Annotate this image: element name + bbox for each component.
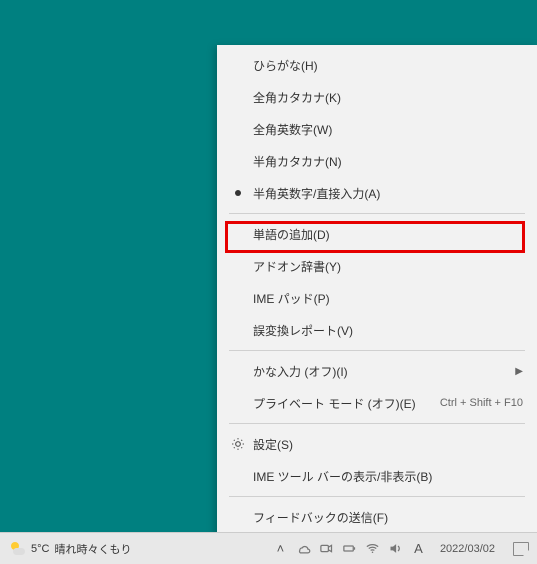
menu-label: IME ツール バーの表示/非表示(B) [249,468,523,485]
taskbar-date[interactable]: 2022/03/02 [434,543,501,555]
menu-label: 全角英数字(W) [249,121,523,138]
gear-icon [231,437,245,451]
meet-now-icon[interactable] [319,541,334,556]
menu-label: 設定(S) [249,436,523,453]
weather-icon [8,540,26,558]
chevron-up-icon[interactable]: ˄ [273,541,288,556]
menu-label: アドオン辞書(Y) [249,258,523,275]
menu-shortcut: Ctrl + Shift + F10 [440,397,523,409]
wifi-icon[interactable] [365,541,380,556]
menu-item-fullwidth-alnum[interactable]: 全角英数字(W) [217,113,537,145]
taskbar: 5°C 晴れ時々くもり ˄ A 2022/03/02 [0,532,537,564]
volume-icon[interactable] [388,541,403,556]
menu-item-private-mode[interactable]: プライベート モード (オフ)(E) Ctrl + Shift + F10 [217,387,537,419]
menu-label: フィードバックの送信(F) [249,509,523,526]
menu-item-halfwidth-alnum-direct[interactable]: 半角英数字/直接入力(A) [217,177,537,209]
menu-label: IME パッド(P) [249,290,523,307]
system-tray: ˄ A 2022/03/02 [269,541,537,556]
icon-slot [227,437,249,451]
menu-separator [229,496,525,497]
ime-indicator[interactable]: A [411,541,426,556]
menu-item-ime-pad[interactable]: IME パッド(P) [217,282,537,314]
menu-item-settings[interactable]: 設定(S) [217,428,537,460]
menu-item-add-word[interactable]: 単語の追加(D) [217,218,537,250]
menu-separator [229,423,525,424]
menu-item-hiragana[interactable]: ひらがな(H) [217,49,537,81]
menu-item-send-feedback[interactable]: フィードバックの送信(F) [217,501,537,533]
submenu-arrow-icon: ▶ [515,366,523,377]
menu-label: 半角英数字/直接入力(A) [249,185,523,202]
menu-label: ひらがな(H) [249,57,523,74]
menu-item-toggle-ime-toolbar[interactable]: IME ツール バーの表示/非表示(B) [217,460,537,492]
menu-label: 単語の追加(D) [249,226,523,243]
temperature: 5°C [31,543,49,555]
battery-icon[interactable] [342,541,357,556]
menu-item-kana-input[interactable]: かな入力 (オフ)(I) ▶ [217,355,537,387]
menu-label: かな入力 (オフ)(I) [249,363,509,380]
menu-separator [229,350,525,351]
radio-slot [227,190,249,196]
menu-label: 半角カタカナ(N) [249,153,523,170]
menu-item-misconversion-report[interactable]: 誤変換レポート(V) [217,314,537,346]
menu-label: プライベート モード (オフ)(E) [249,395,432,412]
menu-item-addon-dictionary[interactable]: アドオン辞書(Y) [217,250,537,282]
ime-context-menu: ひらがな(H) 全角カタカナ(K) 全角英数字(W) 半角カタカナ(N) 半角英… [217,45,537,537]
action-center-icon[interactable] [513,542,529,556]
weather-widget[interactable]: 5°C 晴れ時々くもり [0,540,139,558]
menu-separator [229,213,525,214]
menu-label: 誤変換レポート(V) [249,322,523,339]
weather-text: 晴れ時々くもり [54,541,131,557]
selected-bullet-icon [235,190,241,196]
menu-item-fullwidth-katakana[interactable]: 全角カタカナ(K) [217,81,537,113]
menu-item-halfwidth-katakana[interactable]: 半角カタカナ(N) [217,145,537,177]
onedrive-icon[interactable] [296,541,311,556]
menu-label: 全角カタカナ(K) [249,89,523,106]
